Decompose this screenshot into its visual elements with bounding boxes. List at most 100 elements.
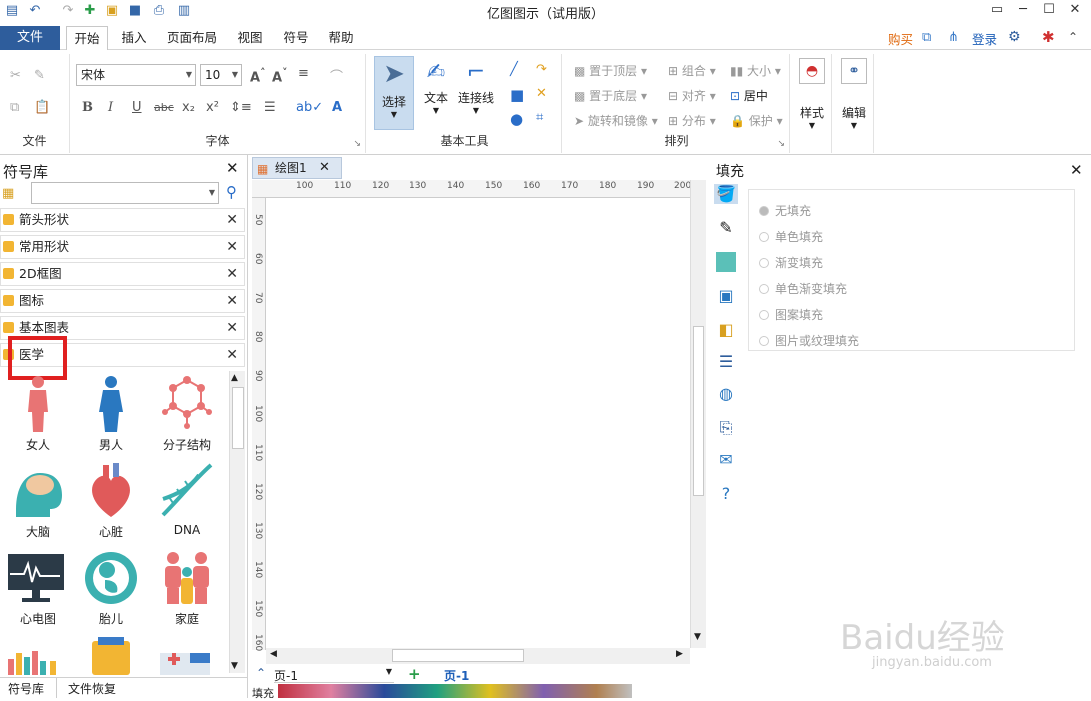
layer-icon[interactable]: ◧ [716,320,736,340]
ellipse-tool-icon[interactable]: ● [510,110,523,128]
style-button[interactable]: ◓ 样式 ▼ [796,56,828,146]
buy-link[interactable]: 购买 [888,29,913,48]
fill-tool-icon[interactable]: 🪣 [714,184,738,204]
window-icon[interactable]: ⧉ [922,30,931,45]
comment-icon[interactable]: ✉ [716,450,736,470]
close-window-button[interactable]: ✕ [1060,0,1090,20]
horizontal-scroll-thumb[interactable] [392,649,524,662]
palette-swatches[interactable] [278,684,632,698]
attachment-icon[interactable]: ⎘ [716,418,736,438]
fill-option-single-gradient[interactable]: 单色渐变填充 [759,280,847,297]
align-button[interactable]: ⊟ 对齐 ▾ [668,87,716,104]
close-icon[interactable]: ✕ [226,263,238,285]
vertical-scroll-thumb[interactable] [693,326,704,496]
symbol-brain[interactable]: 大脑 [0,459,76,545]
bold-icon[interactable]: B [82,100,93,115]
text-highlight-icon[interactable]: ab✓ [296,100,323,115]
size-button[interactable]: ▮▮ 大小 ▾ [730,62,781,79]
distribute-button[interactable]: ⊞ 分布 ▾ [668,112,716,129]
close-icon[interactable]: ✕ [226,344,238,366]
search-icon[interactable]: ⚲ [226,183,237,201]
tab-help[interactable]: 帮助 [321,26,361,50]
crop-tool-icon[interactable]: ⌗ [536,110,543,125]
fill-option-none[interactable]: 无填充 [759,202,811,219]
bullets-icon[interactable]: ☰ [264,100,276,115]
scroll-right-icon[interactable]: ▶ [676,649,683,659]
text-button[interactable]: ✍ 文本 ▼ [418,56,454,130]
format-painter-icon[interactable]: ✎ [34,68,45,83]
fill-option-picture[interactable]: 图片或纹理填充 [759,332,859,349]
drawing-canvas[interactable] [266,198,690,648]
add-page-icon[interactable]: + [408,665,421,683]
curve-icon[interactable]: ⌒ [330,66,343,85]
select-button[interactable]: ➤ 选择 ▼ [374,56,414,130]
point-tool-icon[interactable]: ✕ [536,86,547,101]
fill-option-gradient[interactable]: 渐变填充 [759,254,823,271]
curve-tool-icon[interactable]: ↷ [536,62,547,77]
line-style-icon[interactable]: ✎ [716,218,736,238]
collapse-up-icon[interactable]: ⌃ [256,666,266,680]
arrange-dialog-launcher-icon[interactable]: ↘ [777,139,785,149]
settings-icon[interactable]: ⚙ [1008,29,1021,45]
symbol-dna[interactable]: DNA [149,459,225,545]
canvas-vertical-scrollbar[interactable]: ▼ [690,180,706,648]
close-icon[interactable]: ✕ [226,236,238,258]
cut-icon[interactable]: ✂ [10,68,21,83]
italic-icon[interactable]: I [108,100,113,115]
scroll-left-icon[interactable]: ◀ [270,649,277,659]
tab-view[interactable]: 视图 [230,26,270,50]
protect-button[interactable]: 🔒 保护 ▾ [730,112,783,129]
close-icon[interactable]: ✕ [226,290,238,312]
close-tab-icon[interactable]: ✕ [319,158,330,178]
library-search-input[interactable]: ▼ [31,182,219,204]
close-icon[interactable]: ✕ [226,209,238,231]
font-color-icon[interactable]: A [332,100,342,115]
paste-icon[interactable]: 📋 [34,100,50,115]
line-tool-icon[interactable]: ╱ [510,62,518,77]
center-button[interactable]: ⊡ 居中 [730,87,768,104]
align-icon[interactable]: ≡ [298,66,309,81]
grow-font-icon[interactable]: A˄ [250,66,265,85]
copy-icon[interactable]: ⧉ [10,100,19,115]
shadow-icon[interactable] [716,252,736,272]
symbol-woman[interactable]: 女人 [0,372,76,458]
close-library-icon[interactable]: ✕ [226,159,239,177]
edit-button[interactable]: ⚭ 编辑 ▼ [838,56,870,146]
fill-option-pattern[interactable]: 图案填充 [759,306,823,323]
connector-button[interactable]: ⌐ 连接线 ▼ [456,56,496,130]
collapse-icon[interactable]: ⌃ [1068,30,1078,44]
help-icon[interactable]: ? [716,484,736,504]
page-tab-1[interactable]: 页-1 [444,667,469,684]
superscript-icon[interactable]: x² [206,100,219,115]
underline-icon[interactable]: U [132,100,142,115]
close-fill-panel-icon[interactable]: ✕ [1070,161,1083,179]
rectangle-tool-icon[interactable]: ■ [510,86,524,104]
font-name-select[interactable]: 宋体 ▼ [76,64,196,86]
strikethrough-icon[interactable]: abc [154,101,174,114]
category-common-shapes[interactable]: 常用形状 ✕ [0,235,245,259]
tab-symbol-library[interactable]: 符号库 [8,680,44,697]
login-link[interactable]: 登录 [972,29,997,48]
fill-option-solid[interactable]: 单色填充 [759,228,823,245]
share-icon[interactable]: ⋔ [948,30,959,45]
document-tab[interactable]: ▦ 绘图1 ✕ [252,157,342,179]
group-button[interactable]: ⊞ 组合 ▾ [668,62,716,79]
symbol-family[interactable]: 家庭 [149,546,225,632]
rotate-mirror-button[interactable]: ➤ 旋转和镜像 ▾ [574,112,658,129]
tab-insert[interactable]: 插入 [114,26,154,50]
close-icon[interactable]: ✕ [226,317,238,339]
canvas-horizontal-scrollbar[interactable]: ◀ ▶ [266,648,690,664]
tab-symbol[interactable]: 符号 [276,26,316,50]
font-dialog-launcher-icon[interactable]: ↘ [353,139,361,149]
color-palette[interactable] [278,684,658,698]
scroll-down-icon[interactable]: ▼ [231,661,238,671]
tab-home[interactable]: 开始 [66,26,108,51]
tab-file-recovery[interactable]: 文件恢复 [68,680,116,697]
library-scrollbar[interactable]: ▲ ▼ [229,371,245,673]
scroll-up-icon[interactable]: ▲ [231,373,238,383]
symbol-heart[interactable]: 心脏 [73,459,149,545]
line-spacing-icon[interactable]: ⇕≡ [230,100,252,115]
scroll-down-icon[interactable]: ▼ [694,632,701,642]
subscript-icon[interactable]: x₂ [182,100,195,115]
bring-to-front-button[interactable]: ▩ 置于顶层 ▾ [574,62,647,79]
